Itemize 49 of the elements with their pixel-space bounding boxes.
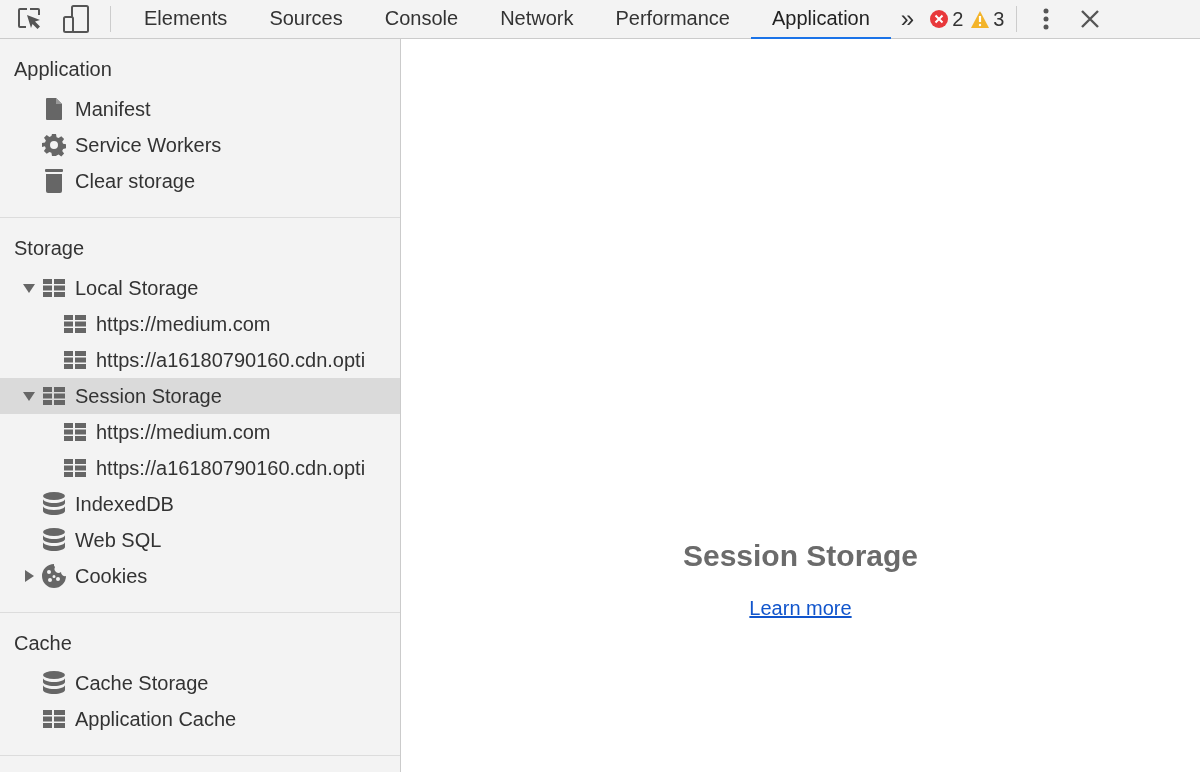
tree-item[interactable]: Session Storage xyxy=(0,378,400,414)
cookie-icon xyxy=(42,564,66,588)
expanded-arrow-icon[interactable] xyxy=(23,390,35,402)
panel-tab[interactable]: Sources xyxy=(248,0,364,39)
panel-tab[interactable]: Performance xyxy=(594,0,751,39)
table-icon xyxy=(64,315,86,333)
tree-item[interactable]: https://a16180790160.cdn.opti xyxy=(0,342,400,378)
close-icon[interactable] xyxy=(1081,10,1100,28)
error-count[interactable]: 2 xyxy=(952,7,964,31)
tree-item[interactable]: Application Cache xyxy=(0,701,400,737)
tree-item[interactable]: Cookies xyxy=(0,558,400,594)
tree-item[interactable]: https://medium.com xyxy=(0,306,400,342)
table-icon xyxy=(64,351,86,369)
table-icon xyxy=(43,279,65,297)
tree-item[interactable]: IndexedDB xyxy=(0,486,400,522)
more-options-icon[interactable] xyxy=(1043,8,1050,30)
error-icon[interactable] xyxy=(930,10,949,28)
warning-count[interactable]: 3 xyxy=(993,7,1005,31)
database-icon xyxy=(43,492,65,516)
table-icon xyxy=(64,459,86,477)
collapsed-arrow-icon[interactable] xyxy=(23,570,35,582)
panel-tab[interactable]: Elements xyxy=(123,0,249,39)
panel-tab[interactable]: Network xyxy=(479,0,595,39)
tree-item[interactable]: Manifest xyxy=(0,91,400,127)
table-icon xyxy=(43,710,65,728)
learn-more-link[interactable]: Learn more xyxy=(749,597,852,620)
section-title: Application xyxy=(13,57,113,82)
tree-item[interactable]: Cache Storage xyxy=(0,665,400,701)
database-icon xyxy=(43,528,65,552)
tree-item[interactable]: Clear storage xyxy=(0,163,400,199)
panel-tab[interactable]: Console xyxy=(363,0,480,39)
tree-item[interactable]: Service Workers xyxy=(0,127,400,163)
inspect-element-icon[interactable] xyxy=(18,8,42,30)
database-icon xyxy=(43,671,65,695)
tree-item[interactable]: https://a16180790160.cdn.opti xyxy=(0,450,400,486)
tree-item[interactable]: Web SQL xyxy=(0,522,400,558)
device-toolbar-icon[interactable] xyxy=(62,5,90,33)
more-tabs-button[interactable]: » xyxy=(890,0,925,38)
tree-item[interactable]: https://medium.com xyxy=(0,414,400,450)
panel-title: Session Storage xyxy=(682,539,919,573)
trash-icon xyxy=(44,169,64,193)
table-icon xyxy=(64,423,86,441)
expanded-arrow-icon[interactable] xyxy=(23,282,35,294)
file-icon xyxy=(46,98,62,120)
gear-icon xyxy=(42,133,66,157)
section-title: Storage xyxy=(13,236,86,261)
tree-item[interactable]: Local Storage xyxy=(0,270,400,306)
section-title: Cache xyxy=(13,631,73,656)
table-icon xyxy=(43,387,65,405)
